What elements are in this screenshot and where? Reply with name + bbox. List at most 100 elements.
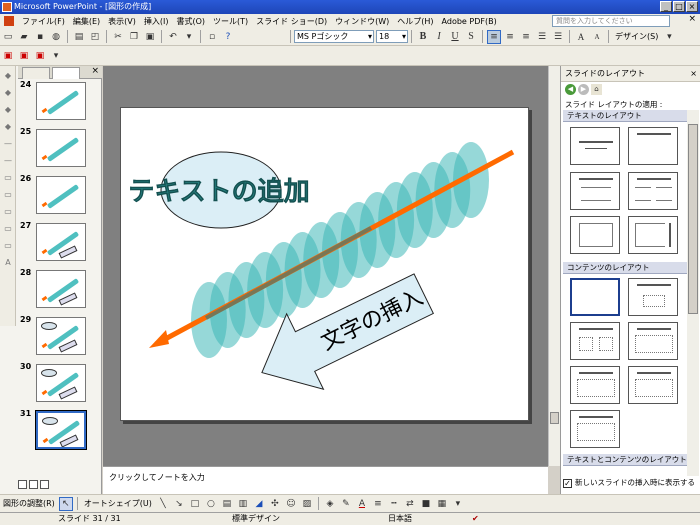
menu-view[interactable]: 表示(V) — [104, 16, 140, 27]
scroll-thumb[interactable] — [550, 412, 559, 424]
task-pane-title[interactable]: スライドのレイアウト — [565, 69, 645, 78]
thumbnail-image[interactable] — [35, 410, 87, 450]
menu-help[interactable]: ヘルプ(H) — [393, 16, 437, 27]
shadow-button[interactable]: S — [464, 30, 478, 44]
slide-thumbnail[interactable]: 27 — [16, 221, 102, 266]
redo-icon[interactable]: ▾ — [182, 30, 196, 44]
menu-edit[interactable]: 編集(E) — [69, 16, 104, 27]
notes-pane[interactable]: クリックしてノートを入力 — [103, 466, 548, 494]
slide-thumbnail[interactable]: 28 — [16, 268, 102, 313]
preview-icon[interactable]: ◰ — [88, 30, 102, 44]
show-on-insert-checkbox[interactable]: ✓ — [563, 478, 572, 488]
select-arrow-icon[interactable]: ↖ — [58, 496, 73, 511]
paste-icon[interactable]: ▣ — [143, 30, 157, 44]
pdf-review-icon[interactable]: ▣ — [33, 49, 47, 63]
close-button[interactable]: × — [686, 1, 698, 12]
numbering-icon[interactable]: ☰ — [535, 30, 549, 44]
textbox-icon[interactable]: ▤ — [220, 497, 234, 511]
menu-format[interactable]: 書式(O) — [172, 16, 209, 27]
font-color-icon[interactable]: A — [355, 497, 369, 511]
nav-icon[interactable]: ◆ — [2, 71, 14, 83]
save-icon[interactable]: ▪ — [33, 30, 47, 44]
3d-style-icon[interactable]: ▦ — [435, 497, 449, 511]
canvas-scrollbar[interactable] — [548, 66, 560, 466]
maximize-button[interactable]: □ — [673, 1, 685, 12]
design-button[interactable]: デザイン(S) — [612, 31, 661, 42]
font-select[interactable]: MS Pゴシック — [294, 30, 374, 43]
copy-icon[interactable]: ❐ — [127, 30, 141, 44]
slide-thumbnail[interactable]: 24 — [16, 80, 102, 125]
layout-title-text[interactable] — [570, 172, 620, 210]
thumbnail-image[interactable] — [36, 270, 86, 308]
undo-icon[interactable]: ↶ — [166, 30, 180, 44]
tab-outline[interactable] — [22, 67, 50, 79]
document-icon[interactable] — [4, 16, 14, 26]
layout-content-2[interactable] — [570, 366, 620, 404]
align-right-icon[interactable]: ≡ — [519, 30, 533, 44]
underline-button[interactable]: U — [448, 30, 462, 44]
layout-four-content[interactable] — [628, 322, 678, 360]
arrow-icon[interactable]: ↘ — [172, 497, 186, 511]
clipart-icon[interactable]: ☺ — [284, 497, 298, 511]
layout-content-3[interactable] — [628, 366, 678, 404]
pdf-convert-icon[interactable]: ▣ — [1, 49, 15, 63]
permission-icon[interactable]: ◍ — [49, 30, 63, 44]
layout-vertical-text[interactable] — [570, 216, 620, 254]
toolbar-options-icon-2[interactable]: ▾ — [49, 49, 63, 63]
wordart-icon[interactable]: ◢ — [252, 497, 266, 511]
slide-thumbnail[interactable]: 26 — [16, 174, 102, 219]
forward-icon[interactable]: ▶ — [578, 84, 589, 95]
picture-icon[interactable]: ▨ — [300, 497, 314, 511]
cut-icon[interactable]: ✂ — [111, 30, 125, 44]
nav-icon[interactable]: — — [2, 156, 14, 168]
slide-thumbnail[interactable]: 30 — [16, 362, 102, 407]
diagram-icon[interactable]: ✣ — [268, 497, 282, 511]
slideshow-view-icon[interactable] — [40, 480, 49, 489]
thumbnail-image[interactable] — [36, 317, 86, 355]
zoom-icon[interactable]: ▫ — [205, 30, 219, 44]
help-search-input[interactable]: 質問を入力してください — [552, 15, 670, 27]
menu-adobe-pdf[interactable]: Adobe PDF(B) — [438, 17, 501, 26]
menu-slideshow[interactable]: スライド ショー(D) — [252, 16, 331, 27]
thumbnail-image[interactable] — [36, 223, 86, 261]
line-style-icon[interactable]: ≡ — [371, 497, 385, 511]
italic-button[interactable]: I — [432, 30, 446, 44]
slide-thumbnail[interactable]: 31 — [16, 409, 102, 454]
thumbnail-image[interactable] — [36, 82, 86, 120]
menu-insert[interactable]: 挿入(I) — [140, 16, 173, 27]
layout-title-content[interactable] — [570, 322, 620, 360]
title-text[interactable]: テキストの追加 — [128, 176, 310, 208]
show-on-insert[interactable]: ✓ 新しいスライドの挿入時に表示する — [563, 476, 699, 490]
pdf-mail-icon[interactable]: ▣ — [17, 49, 31, 63]
nav-icon[interactable]: ▭ — [2, 224, 14, 236]
layout-title[interactable] — [570, 127, 620, 165]
oval-icon[interactable]: ○ — [204, 497, 218, 511]
line-icon[interactable]: ╲ — [156, 497, 170, 511]
task-pane-scrollbar[interactable] — [687, 110, 699, 476]
draw-menu-button[interactable]: 図形の調整(R) — [0, 498, 58, 509]
menu-window[interactable]: ウィンドウ(W) — [331, 16, 393, 27]
rectangle-icon[interactable]: □ — [188, 497, 202, 511]
back-icon[interactable]: ◀ — [565, 84, 576, 95]
nav-icon[interactable]: ▭ — [2, 190, 14, 202]
help-icon[interactable]: ? — [221, 30, 235, 44]
doc-close-icon[interactable]: × — [688, 14, 696, 24]
menu-file[interactable]: ファイル(F) — [18, 16, 69, 27]
shadow-style-icon[interactable]: ■ — [419, 497, 433, 511]
slide[interactable]: テキストの追加 文字の挿入 — [120, 107, 529, 421]
new-icon[interactable]: ▭ — [1, 30, 15, 44]
font-size-select[interactable]: 18 — [376, 30, 408, 43]
slide-thumbnail[interactable]: 29 — [16, 315, 102, 360]
open-icon[interactable]: ▰ — [17, 30, 31, 44]
arrow-style-icon[interactable]: ⇄ — [403, 497, 417, 511]
grow-font-button[interactable]: A — [574, 30, 588, 44]
normal-view-icon[interactable] — [18, 480, 27, 489]
dash-style-icon[interactable]: ┅ — [387, 497, 401, 511]
menu-tools[interactable]: ツール(T) — [209, 16, 252, 27]
slide-thumbnail[interactable]: 25 — [16, 127, 102, 172]
layout-vertical-title[interactable] — [628, 216, 678, 254]
thumbnail-image[interactable] — [36, 364, 86, 402]
nav-icon[interactable]: ▭ — [2, 173, 14, 185]
layout-title-only[interactable] — [628, 127, 678, 165]
tab-slides[interactable] — [52, 67, 80, 79]
